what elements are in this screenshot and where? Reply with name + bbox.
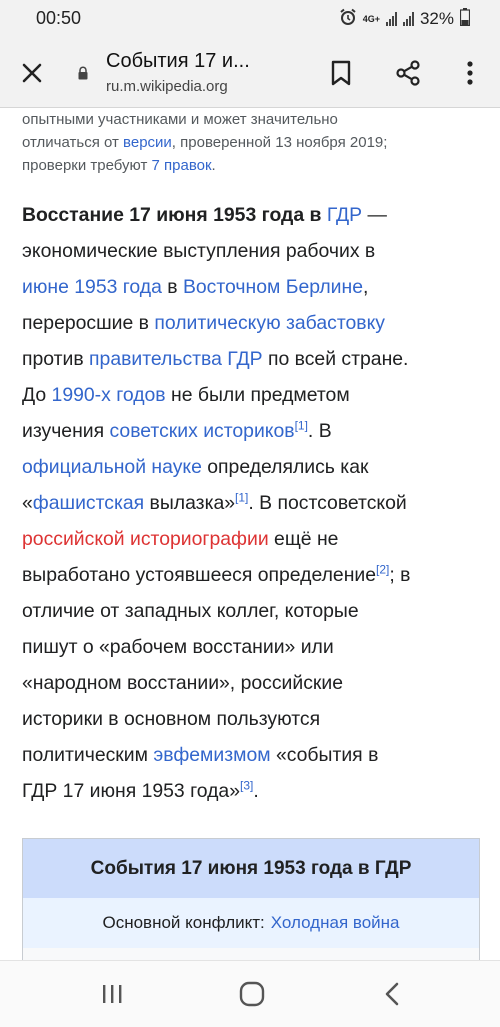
status-icons: 4G+ 32% [339, 7, 471, 31]
lead-line: ГДР 17 июня 1953 года»[3]. [22, 773, 484, 809]
gdr-government-link[interactable]: правительства ГДР [89, 348, 263, 370]
lead-text: . В постсоветской [248, 492, 407, 514]
lead-text: «события в [270, 744, 379, 766]
lead-text: — [362, 204, 387, 226]
reference-link[interactable]: [2] [376, 563, 389, 577]
notice-text: , проверенной 13 ноября 2019; [171, 134, 388, 151]
status-bar: 00:50 4G+ 32% [0, 0, 500, 38]
notice-text: . [211, 157, 216, 174]
1990s-link[interactable]: 1990-х годов [52, 384, 166, 406]
conflict-label: Основной конфликт: [102, 913, 265, 932]
article-subject: Восстание 17 июня 1953 года в [22, 204, 327, 226]
fascist-link[interactable]: фашистская [33, 492, 144, 514]
gdr-link[interactable]: ГДР [327, 204, 362, 226]
page-title[interactable]: События 17 и... [106, 50, 296, 73]
infobox-conflict-row: Основной конфликт: Холодная война [23, 898, 479, 948]
lead-line: российской историографии ещё не [22, 521, 484, 557]
signal-icon [385, 12, 397, 26]
official-science-link[interactable]: официальной науке [22, 456, 202, 478]
lead-text: политическим [22, 744, 154, 766]
lead-line: «фашистская вылазка»[1]. В постсоветской [22, 485, 484, 521]
home-button[interactable] [230, 976, 274, 1012]
lead-line: историки в основном пользуются [22, 708, 321, 730]
lead-line: официальной науке определялись как [22, 449, 484, 485]
recent-apps-button[interactable] [90, 976, 134, 1012]
lead-line: июне 1953 года в Восточном Берлине, [22, 269, 484, 305]
reference-link[interactable]: [3] [240, 779, 253, 793]
lead-text: « [22, 492, 33, 514]
network-type: 4G+ [362, 13, 380, 24]
lead-text: До [22, 384, 52, 406]
recent-apps-icon [103, 985, 122, 1003]
lead-text: в [161, 276, 183, 298]
lead-paragraph: Восстание 17 июня 1953 года в ГДР — экон… [22, 197, 484, 809]
lead-line: «народном восстании», российские [22, 672, 343, 694]
lead-text: выработано устоявшееся определение [22, 564, 377, 586]
article-content: опытными участниками и может значительно… [0, 108, 500, 960]
lead-line: выработано устоявшееся определение[2]; в [22, 557, 484, 593]
lead-text: . [253, 780, 259, 802]
russian-historiography-link[interactable]: российской историографии [22, 528, 269, 550]
euphemism-link[interactable]: эвфемизмом [153, 744, 270, 766]
lead-text: по всей стране. [262, 348, 409, 370]
lead-text: . В [307, 420, 332, 442]
battery-percent: 32% [419, 9, 454, 28]
lead-line: политическим эвфемизмом «события в [22, 737, 484, 773]
battery-icon [459, 7, 471, 31]
lock-icon [78, 66, 88, 80]
cold-war-link[interactable]: Холодная война [271, 913, 400, 933]
signal-icon [402, 12, 414, 26]
lead-line: отличие от западных коллег, которые [22, 600, 359, 622]
lead-line: переросшие в политическую забастовку [22, 305, 484, 341]
alarm-icon [339, 8, 357, 31]
lead-text: , [363, 276, 369, 298]
lead-line: против правительства ГДР по всей стране. [22, 341, 484, 377]
home-icon [239, 981, 265, 1007]
lead-text: ещё не [268, 528, 339, 550]
infobox: События 17 июня 1953 года в ГДР Основной… [22, 838, 480, 960]
lead-text: ГДР 17 июня 1953 года» [22, 780, 240, 802]
lead-line: До 1990-х годов не были предметом [22, 377, 484, 413]
bookmark-icon [331, 60, 351, 86]
share-icon [396, 60, 420, 86]
more-options-button[interactable] [455, 58, 485, 88]
more-vertical-icon [467, 61, 473, 85]
bookmark-button[interactable] [326, 58, 356, 88]
june-1953-link[interactable]: июне 1953 года [22, 276, 162, 298]
east-berlin-link[interactable]: Восточном Берлине [183, 276, 363, 298]
back-button[interactable] [370, 976, 414, 1012]
lead-text: переросшие в [22, 312, 155, 334]
lead-text: вылазка» [144, 492, 236, 514]
reference-link[interactable]: [1] [235, 491, 248, 505]
back-icon [385, 982, 399, 1006]
version-link[interactable]: версии [123, 134, 172, 151]
system-navigation-bar [0, 960, 500, 1027]
notice-text: проверки требуют [22, 157, 152, 174]
close-icon [22, 63, 42, 83]
close-button[interactable] [18, 59, 46, 87]
notice-line: проверки требуют 7 правок. [22, 154, 482, 177]
political-strike-link[interactable]: политическую забастовку [154, 312, 385, 334]
url-host[interactable]: ru.m.wikipedia.org [106, 78, 228, 95]
share-button[interactable] [393, 58, 423, 88]
notice-text: отличаться от [22, 134, 124, 151]
lead-line: изучения советских историков[1]. В [22, 413, 484, 449]
reference-link[interactable]: [1] [295, 419, 308, 433]
status-time: 00:50 [36, 8, 82, 28]
browser-toolbar: События 17 и... ru.m.wikipedia.org [0, 38, 500, 108]
pending-edits-link[interactable]: 7 правок [152, 157, 212, 174]
lead-text: изучения [22, 420, 110, 442]
lead-line: экономические выступления рабочих в [22, 240, 376, 262]
lead-line: пишут о «рабочем восстании» или [22, 636, 334, 658]
soviet-historians-link[interactable]: советских историков [110, 420, 295, 442]
infobox-title: События 17 июня 1953 года в ГДР [23, 839, 479, 898]
lead-text: не были предметом [165, 384, 350, 406]
lead-text: против [22, 348, 90, 370]
notice-line: опытными участниками и может значительно [22, 111, 338, 128]
lead-text: ; в [389, 564, 411, 586]
lead-line: Восстание 17 июня 1953 года в ГДР — [22, 197, 484, 233]
revision-notice: опытными участниками и может значительно… [22, 108, 482, 177]
lead-text: определялись как [201, 456, 369, 478]
notice-line: отличаться от версии, проверенной 13 ноя… [22, 131, 482, 154]
